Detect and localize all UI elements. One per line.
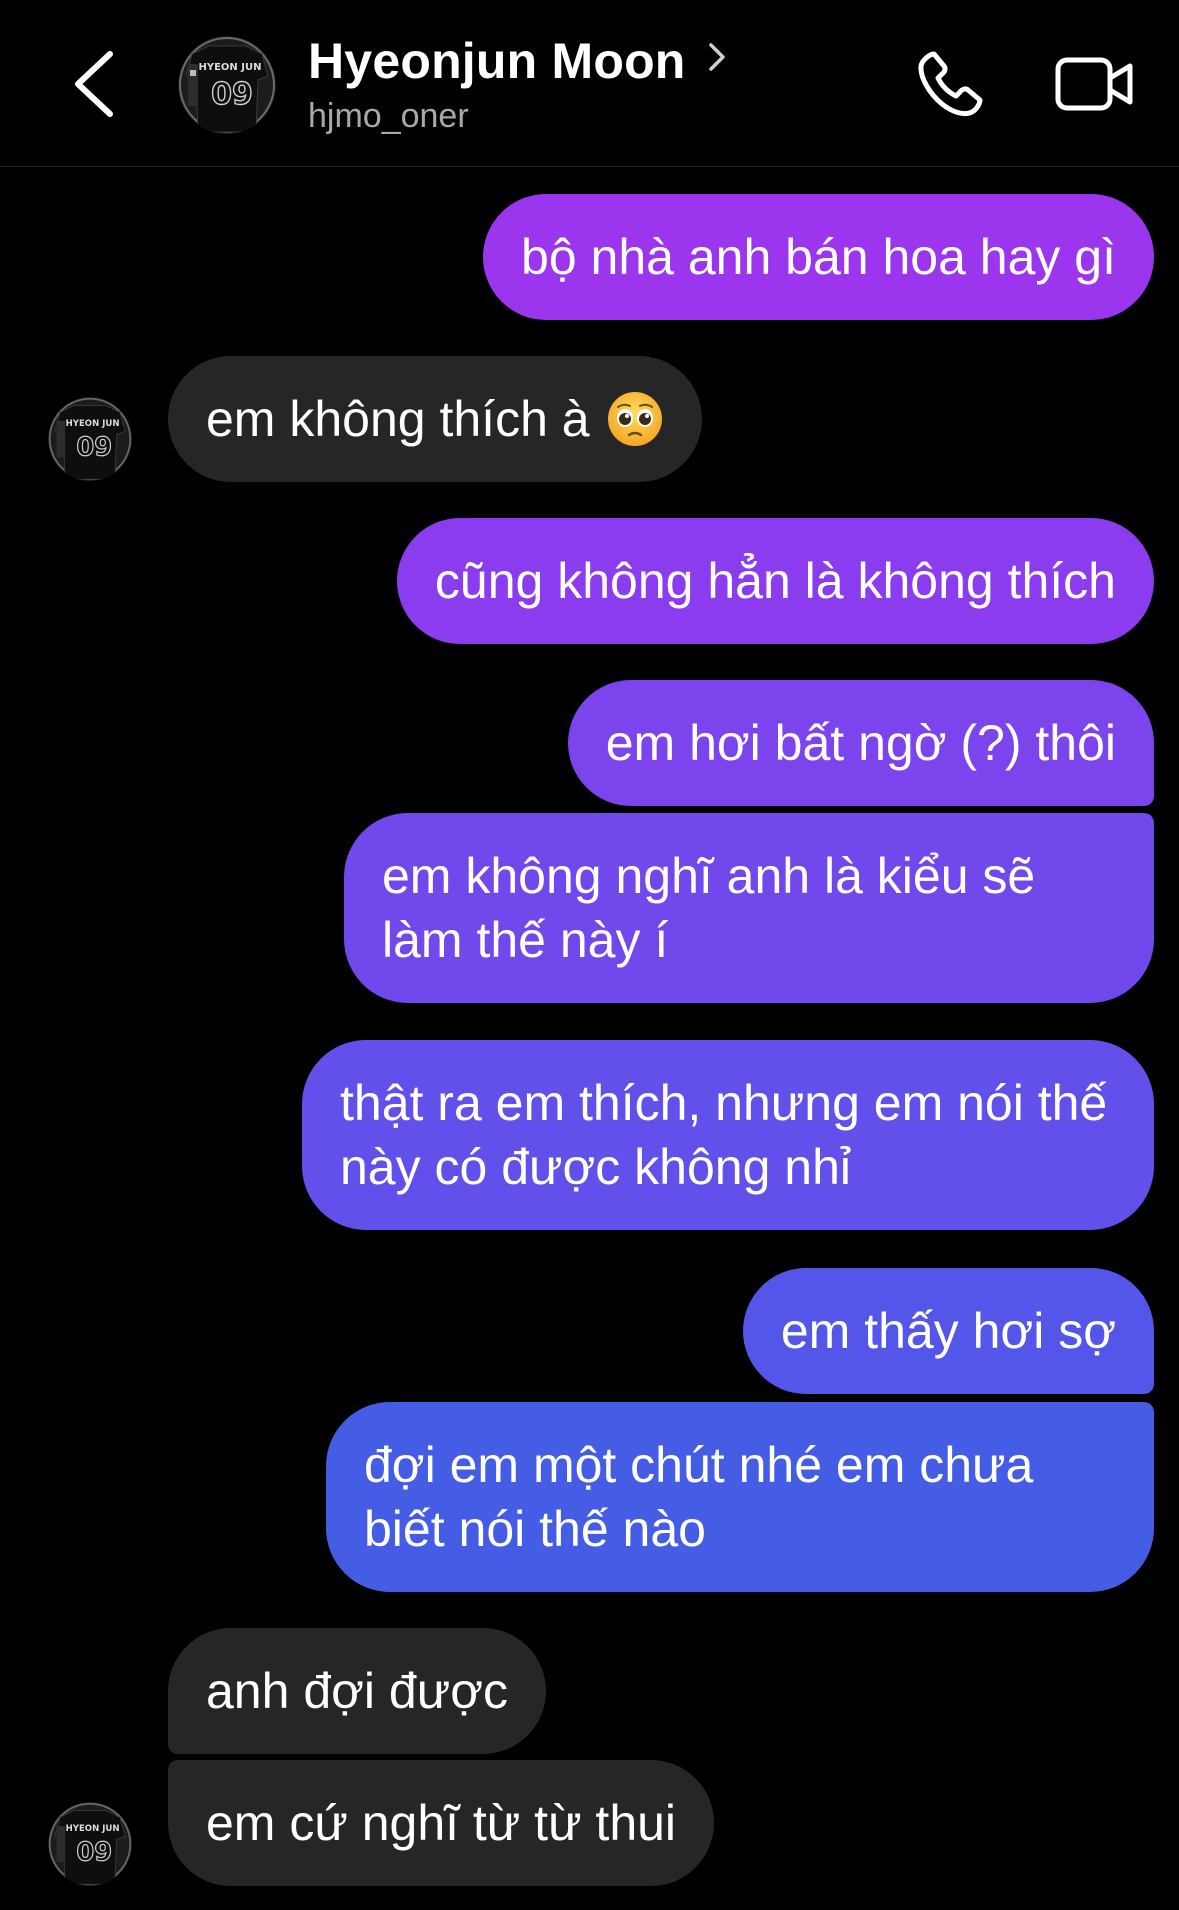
incoming-message[interactable]: em cứ nghĩ từ từ thui — [168, 1760, 715, 1886]
message-text: bộ nhà anh bán hoa hay gì — [521, 229, 1116, 285]
jersey-avatar-icon: HYEON JUN 09 — [48, 1802, 132, 1886]
svg-text:HYEON JUN: HYEON JUN — [66, 1824, 120, 1834]
message-text: em thấy hơi sợ — [780, 1303, 1116, 1359]
pleading-face-icon — [607, 392, 662, 446]
svg-text:09: 09 — [211, 77, 253, 112]
sender-avatar[interactable]: HYEON JUN 09 — [48, 397, 132, 481]
outgoing-message[interactable]: bộ nhà anh bán hoa hay gì — [483, 194, 1154, 320]
incoming-message[interactable]: em không thích à — [168, 356, 702, 482]
outgoing-message[interactable]: đợi em một chút nhé em chưa biết nói thế… — [326, 1402, 1154, 1592]
message-text: em không thích à — [206, 391, 590, 447]
jersey-avatar-icon: HYEON JUN 09 — [178, 36, 276, 134]
contact-username: hjmo_oner — [308, 97, 469, 135]
chevron-right-icon — [708, 43, 725, 71]
back-arrow-icon[interactable] — [66, 46, 126, 122]
outgoing-message[interactable]: thật ra em thích, nhưng em nói thế này c… — [302, 1040, 1154, 1230]
video-call-icon[interactable] — [1054, 48, 1136, 120]
outgoing-message[interactable]: cũng không hẳn là không thích — [396, 518, 1154, 644]
sender-avatar[interactable]: HYEON JUN 09 — [48, 1802, 132, 1886]
outgoing-message[interactable]: em thấy hơi sợ — [742, 1268, 1154, 1394]
message-text: thật ra em thích, nhưng em nói thế này c… — [340, 1075, 1108, 1195]
message-text: cũng không hẳn là không thích — [434, 553, 1116, 609]
svg-text:HYEON JUN: HYEON JUN — [66, 419, 120, 429]
svg-text:HYEON JUN: HYEON JUN — [198, 62, 261, 73]
chat-header: HYEON JUN 09 Hyeonjun Moon hjmo_oner — [0, 0, 1179, 167]
phone-call-icon[interactable] — [914, 48, 986, 120]
message-text: đợi em một chút nhé em chưa biết nói thế… — [364, 1437, 1034, 1557]
message-text: em không nghĩ anh là kiểu sẽ làm thế này… — [382, 848, 1036, 968]
jersey-avatar-icon: HYEON JUN 09 — [48, 397, 132, 481]
message-text: em cứ nghĩ từ từ thui — [206, 1795, 677, 1851]
contact-title[interactable]: Hyeonjun Moon hjmo_oner — [308, 30, 728, 140]
outgoing-message[interactable]: em hơi bất ngờ (?) thôi — [567, 680, 1154, 806]
contact-avatar[interactable]: HYEON JUN 09 — [178, 36, 276, 134]
message-text: em hơi bất ngờ (?) thôi — [605, 715, 1116, 771]
contact-name: Hyeonjun Moon — [308, 33, 686, 89]
svg-text:09: 09 — [76, 1837, 112, 1867]
message-text: anh đợi được — [206, 1663, 508, 1719]
outgoing-message[interactable]: em không nghĩ anh là kiểu sẽ làm thế này… — [344, 813, 1154, 1003]
incoming-message[interactable]: anh đợi được — [168, 1628, 546, 1754]
svg-text:09: 09 — [76, 432, 112, 462]
